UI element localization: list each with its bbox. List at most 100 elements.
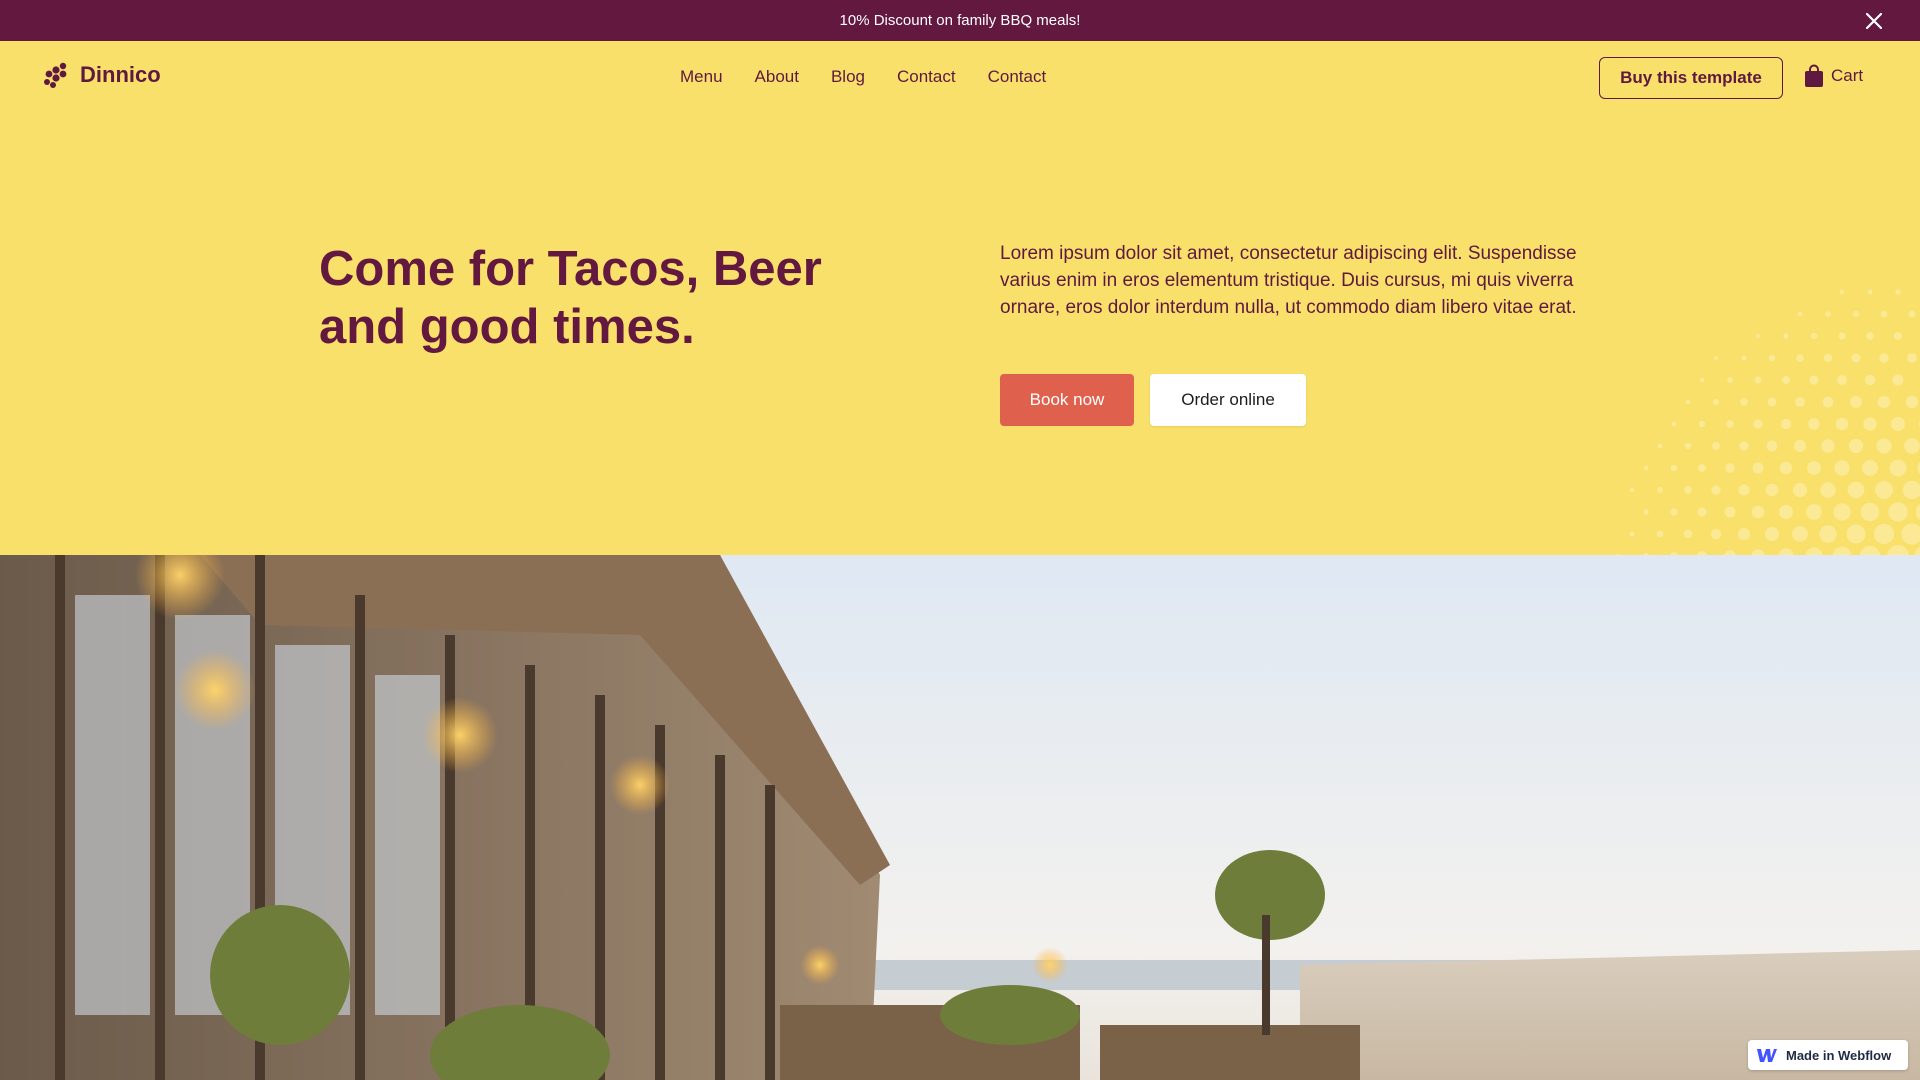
decorative-dot: [1683, 529, 1693, 539]
announcement-text: 10% Discount on family BBQ meals!: [839, 12, 1081, 29]
decorative-dot: [1796, 354, 1804, 362]
shopping-bag-icon: [1805, 64, 1823, 87]
decorative-dot: [1768, 354, 1776, 362]
buy-template-button[interactable]: Buy this template: [1599, 57, 1783, 99]
decorative-dot: [1895, 289, 1901, 295]
decorative-dot: [1848, 438, 1864, 454]
decorative-dot: [1741, 355, 1747, 361]
decorative-dot: [1863, 417, 1877, 431]
decorative-dot: [1889, 459, 1907, 477]
cart-button[interactable]: Cart: [1803, 64, 1863, 88]
decorative-dot: [1891, 417, 1905, 431]
decorative-dot: [1832, 546, 1852, 555]
decorative-dot: [1767, 397, 1777, 407]
order-online-button[interactable]: Order online: [1150, 374, 1306, 426]
decorative-dot: [1698, 464, 1706, 472]
decorative-dot: [1867, 289, 1873, 295]
decorative-dot: [1795, 397, 1805, 407]
decorative-dot: [1809, 375, 1819, 385]
decorative-dot: [1810, 332, 1818, 340]
decorative-dot: [1887, 545, 1909, 555]
decorative-dot: [1797, 311, 1803, 317]
decorative-dot: [1908, 310, 1916, 318]
navbar: Dinnico Menu About Blog Contact Contact …: [0, 41, 1920, 113]
nav-link-menu[interactable]: Menu: [680, 67, 723, 87]
decorative-dot: [1807, 461, 1821, 475]
decorative-dot: [1779, 461, 1793, 475]
brand-logo[interactable]: Dinnico: [42, 61, 161, 89]
decorative-dot: [1737, 527, 1751, 541]
book-now-button[interactable]: Book now: [1000, 374, 1134, 426]
decorative-dot: [1783, 333, 1789, 339]
decorative-dot: [1914, 546, 1920, 555]
decorative-dot: [1877, 395, 1891, 409]
decorative-dot: [1839, 289, 1845, 295]
close-icon[interactable]: [1862, 9, 1886, 33]
decorative-dot: [1739, 441, 1749, 451]
grape-cluster-icon: [44, 62, 67, 88]
decorative-dot: [1859, 545, 1881, 555]
decorative-dot: [1657, 487, 1663, 493]
decorative-dot: [1699, 377, 1705, 383]
badge-label: Made in Webflow: [1786, 1047, 1892, 1063]
decorative-dot: [1713, 355, 1719, 361]
decorative-dot: [1766, 440, 1778, 452]
decorative-dot: [1629, 531, 1635, 537]
decorative-dot: [1780, 418, 1792, 430]
decorative-dot: [1751, 505, 1765, 519]
decorative-dot: [1866, 332, 1874, 340]
decorative-dot: [1656, 530, 1664, 538]
decorative-dot: [1819, 525, 1837, 543]
hero-photo: [0, 555, 1920, 1080]
decorative-dot: [1712, 398, 1720, 406]
webflow-icon: [1757, 1049, 1777, 1062]
decorative-dot: [1825, 311, 1831, 317]
decorative-dot: [1712, 442, 1720, 450]
nav-links: Menu About Blog Contact Contact: [680, 67, 1046, 87]
decorative-dot: [1671, 421, 1677, 427]
decorative-dot: [1837, 375, 1847, 385]
decorative-dot: [1904, 438, 1920, 454]
decorative-dot: [1778, 504, 1794, 520]
decorative-dot: [1901, 523, 1920, 545]
decorative-dot: [1835, 417, 1849, 431]
decorative-dot: [1823, 353, 1833, 363]
decorative-dot: [1792, 526, 1808, 542]
decorative-dot: [1643, 509, 1649, 515]
decorative-dot: [1643, 465, 1649, 471]
decorative-dot: [1892, 374, 1904, 386]
decorative-dot: [1902, 480, 1920, 500]
decorative-dot: [1754, 376, 1762, 384]
nav-link-contact[interactable]: Contact: [897, 67, 956, 87]
decorative-dot: [1697, 507, 1707, 517]
made-in-webflow-badge[interactable]: Made in Webflow: [1748, 1040, 1908, 1070]
decorative-dot: [1629, 487, 1635, 493]
decorative-dot: [1873, 523, 1895, 545]
decorative-dot: [1860, 502, 1880, 522]
decorative-dot: [1657, 443, 1663, 449]
decorative-dot: [1905, 395, 1919, 409]
nav-link-blog[interactable]: Blog: [831, 67, 865, 87]
decorative-dot: [1846, 524, 1866, 544]
decorative-dot: [1778, 548, 1794, 555]
restaurant-terrace-image: [0, 555, 1920, 1080]
decorative-dot: [1753, 419, 1763, 429]
cart-label: Cart: [1831, 66, 1864, 85]
hero-description: Lorem ipsum dolor sit amet, consectetur …: [1000, 243, 1577, 318]
hero-title: Come for Tacos, Beer and good times.: [319, 242, 822, 354]
nav-link-about[interactable]: About: [755, 67, 799, 87]
decorative-dot: [1915, 503, 1920, 521]
decorative-dot: [1875, 481, 1893, 499]
decorative-dot: [1726, 420, 1734, 428]
decorative-dot: [1907, 353, 1917, 363]
decorative-dot: [1765, 527, 1779, 541]
decorative-dot: [1879, 353, 1889, 363]
decorative-dot: [1738, 484, 1750, 496]
decorative-dot: [1710, 528, 1722, 540]
decorative-dot: [1847, 481, 1865, 499]
decorative-dot: [1822, 396, 1834, 408]
decorative-dot: [1684, 442, 1692, 450]
decorative-dot: [1820, 482, 1836, 498]
decorative-dot: [1864, 374, 1876, 386]
nav-link-contact-2[interactable]: Contact: [988, 67, 1047, 87]
